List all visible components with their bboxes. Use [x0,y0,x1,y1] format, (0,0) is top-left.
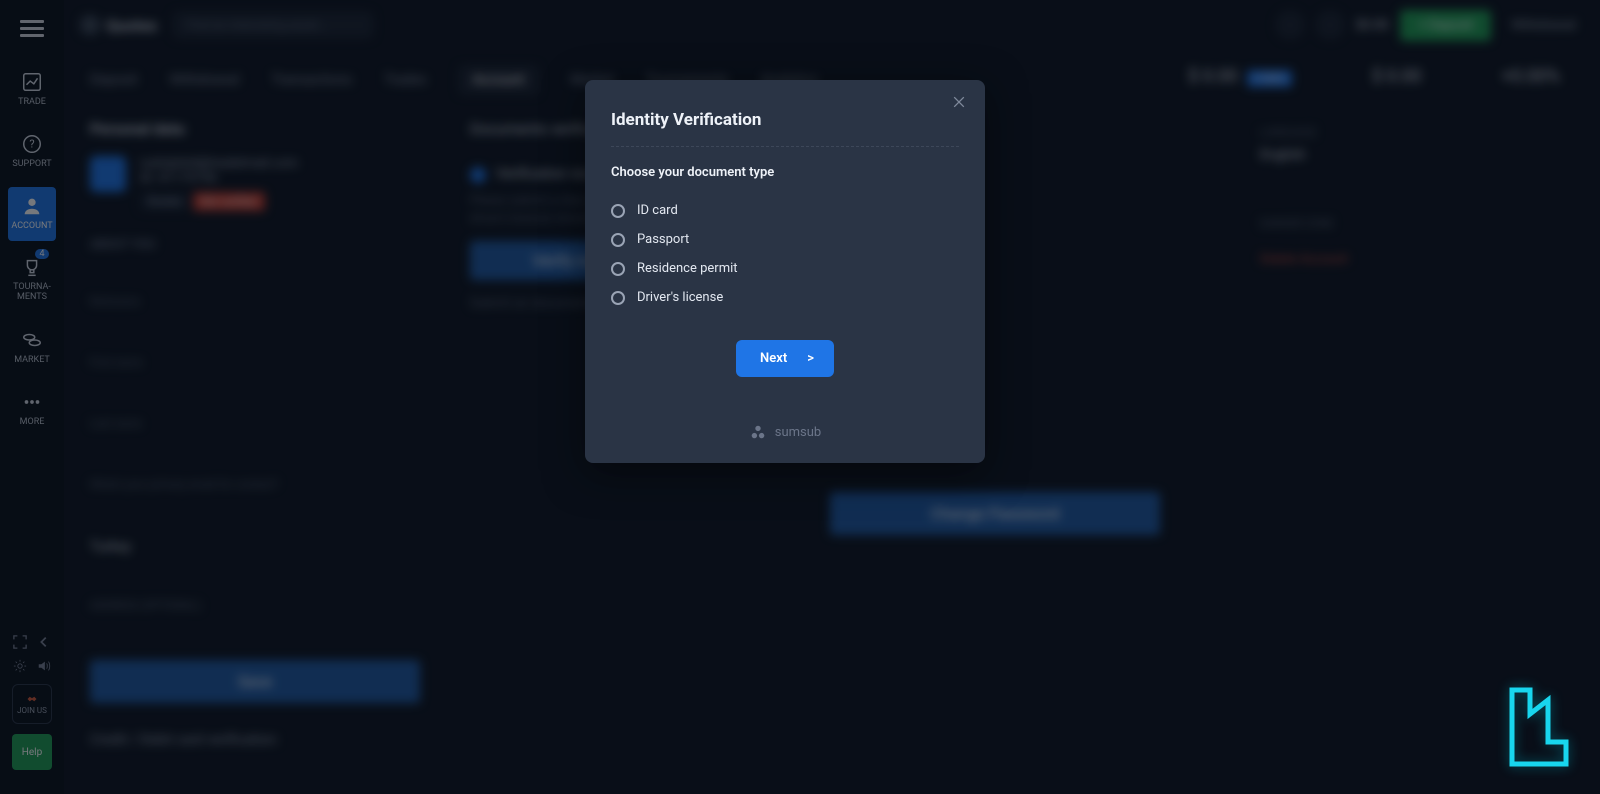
doc-option-label: ID card [637,203,678,218]
radio-icon [611,262,625,276]
sumsub-icon [749,423,767,441]
verification-provider: sumsub [611,423,959,441]
doc-option-label: Driver's license [637,290,723,305]
next-button[interactable]: Next > [736,340,834,377]
identity-verification-modal: Identity Verification Choose your docume… [585,80,985,463]
doc-option-residence-permit[interactable]: Residence permit [611,254,959,283]
chevron-right-icon: > [807,351,814,366]
next-button-label: Next [760,351,787,366]
radio-icon [611,204,625,218]
provider-name: sumsub [775,425,821,440]
close-icon [951,94,967,110]
corner-brand-logo [1502,684,1574,774]
doc-option-id-card[interactable]: ID card [611,196,959,225]
doc-option-label: Passport [637,232,689,247]
doc-option-label: Residence permit [637,261,738,276]
doc-option-drivers-license[interactable]: Driver's license [611,283,959,312]
modal-subtitle: Choose your document type [611,165,959,180]
doc-option-passport[interactable]: Passport [611,225,959,254]
radio-icon [611,291,625,305]
modal-title: Identity Verification [611,110,959,130]
modal-close-button[interactable] [951,94,971,114]
modal-divider [611,146,959,147]
corner-logo-icon [1502,684,1574,770]
radio-icon [611,233,625,247]
